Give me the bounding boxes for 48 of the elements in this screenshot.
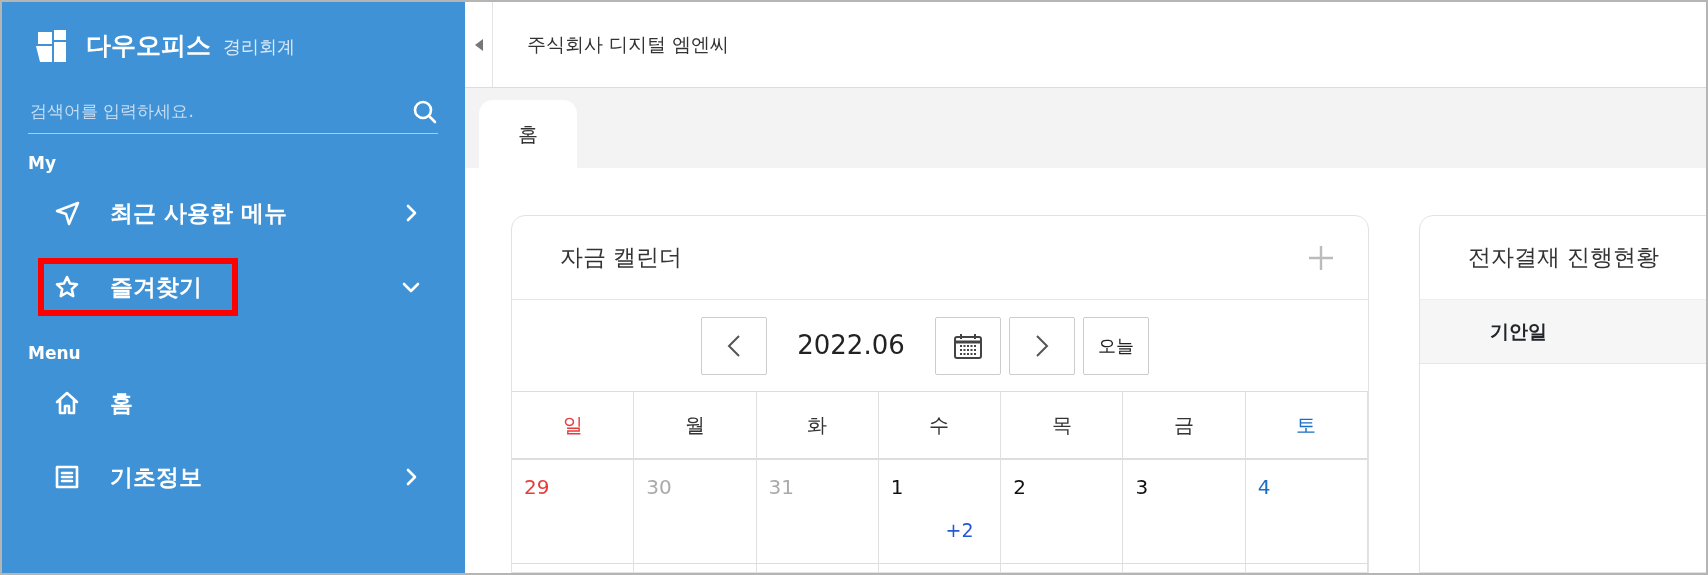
day-cell[interactable]: 1 +2 <box>878 460 1002 564</box>
sidebar-item[interactable]: 즐겨찾기 <box>28 250 428 324</box>
product-name: 경리회계 <box>223 34 295 59</box>
day-number: 2 <box>1013 474 1027 501</box>
sidebar-item[interactable]: 홈 <box>28 366 428 440</box>
today-button[interactable]: 오늘 <box>1082 316 1149 375</box>
weekday-header: 화 <box>756 392 879 460</box>
weekday-header: 수 <box>878 392 1002 460</box>
next-button[interactable] <box>1008 316 1075 375</box>
weekday-header: 금 <box>1123 392 1246 460</box>
weekday-header: 토 <box>1245 392 1368 460</box>
calendar-button[interactable] <box>934 316 1001 375</box>
section-heading: My <box>28 151 57 175</box>
more-events-link[interactable]: +2 <box>945 516 974 545</box>
company-name: 주식회사 디지털 엠엔씨 <box>526 32 730 58</box>
day-cell[interactable]: 2 <box>1001 460 1124 564</box>
day-number: 29 <box>524 474 551 501</box>
day-number: 3 <box>1135 474 1150 501</box>
section-heading: Menu <box>28 341 82 365</box>
weekday-header: 목 <box>1001 392 1124 460</box>
home-icon <box>54 390 80 416</box>
weekday-header: 월 <box>634 392 757 460</box>
column-header: 기안일 <box>1420 300 1706 364</box>
day-number: 31 <box>768 474 795 501</box>
star-icon <box>54 274 80 300</box>
chevron-left-icon <box>727 333 742 358</box>
sidebar-item[interactable]: 기초정보 <box>28 440 428 514</box>
weekday-header: 일 <box>512 392 635 460</box>
brand-name: 다우오피스 <box>86 30 211 63</box>
plus-icon[interactable] <box>1308 244 1334 271</box>
sidebar-item[interactable]: 최근 사용한 메뉴 <box>28 176 428 250</box>
card-title: 자금 캘린더 <box>560 243 683 273</box>
calendar-icon <box>952 331 983 360</box>
search-field[interactable]: 검색어를 입력하세요. <box>28 97 412 126</box>
search-icon <box>412 98 438 125</box>
day-number: 4 <box>1257 474 1272 501</box>
day-number: 1 <box>890 474 905 501</box>
list-icon <box>54 464 80 490</box>
day-cell[interactable]: 3 <box>1123 460 1246 564</box>
caret-left-icon <box>474 38 483 51</box>
day-number: 30 <box>646 474 673 501</box>
send-icon <box>54 200 80 226</box>
month-label: 2022.06 <box>796 329 906 362</box>
previous-button[interactable] <box>701 316 768 375</box>
tab[interactable]: 홈 <box>479 100 577 168</box>
chevron-right-icon <box>1034 333 1049 358</box>
day-cell[interactable]: 29 <box>512 460 635 564</box>
day-cell[interactable]: 4 <box>1245 460 1368 564</box>
